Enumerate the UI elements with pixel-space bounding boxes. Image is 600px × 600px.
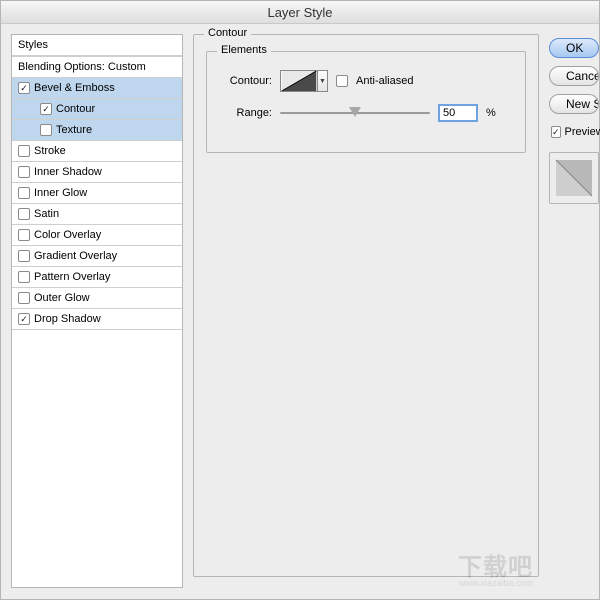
sidebar-item-label: Color Overlay [34,229,101,241]
preview-label: Preview [565,126,600,138]
new-style-label: New Style... [566,97,599,111]
chevron-down-icon: ▼ [318,70,328,92]
sidebar-item-bevel-emboss[interactable]: Bevel & Emboss [12,78,182,99]
sidebar-item-label: Gradient Overlay [34,250,117,262]
sidebar-item-label: Drop Shadow [34,313,101,325]
sidebar-item-outer-glow[interactable]: Outer Glow [12,288,182,309]
layer-style-window: Layer Style Styles Blending Options: Cus… [0,0,600,600]
sidebar-item-texture[interactable]: Texture [12,120,182,141]
ok-button[interactable]: OK [549,38,599,58]
preview-row[interactable]: Preview [549,126,599,138]
sidebar-item-color-overlay[interactable]: Color Overlay [12,225,182,246]
sidebar-item-label: Bevel & Emboss [34,82,115,94]
subgroup-legend: Elements [217,44,271,56]
checkbox-icon[interactable] [18,313,30,325]
preview-swatch [549,152,599,204]
center-panel: Contour Elements Contour: [193,34,539,588]
checkbox-icon[interactable] [40,103,52,115]
sidebar-item-label: Inner Shadow [34,166,102,178]
checkbox-icon[interactable] [18,208,30,220]
window-title: Layer Style [1,1,599,24]
styles-sidebar: Styles Blending Options: Custom Bevel & … [11,34,183,588]
watermark-url: www.xiazaiba.com [459,578,533,588]
sidebar-item-inner-glow[interactable]: Inner Glow [12,183,182,204]
range-input[interactable] [438,104,478,122]
ok-label: OK [566,41,583,55]
sidebar-item-label: Contour [56,103,95,115]
range-row: Range: % [217,104,515,122]
sidebar-item-stroke[interactable]: Stroke [12,141,182,162]
content-area: Styles Blending Options: Custom Bevel & … [1,24,599,598]
range-label: Range: [217,107,272,119]
contour-label: Contour: [217,75,272,87]
sidebar-item-label: Satin [34,208,59,220]
checkbox-icon[interactable] [18,187,30,199]
checkbox-icon[interactable] [18,271,30,283]
checkbox-icon[interactable] [18,145,30,157]
sidebar-header-blending[interactable]: Blending Options: Custom [12,56,182,78]
contour-row: Contour: ▼ Ant [217,70,515,92]
checkbox-icon[interactable] [18,292,30,304]
antialiased-label[interactable]: Anti-aliased [356,75,413,87]
sidebar-item-inner-shadow[interactable]: Inner Shadow [12,162,182,183]
sidebar-item-label: Pattern Overlay [34,271,110,283]
preview-checkbox[interactable] [551,126,561,138]
range-unit: % [486,107,496,119]
sidebar-item-gradient-overlay[interactable]: Gradient Overlay [12,246,182,267]
contour-picker[interactable]: ▼ [280,70,328,92]
checkbox-icon[interactable] [18,82,30,94]
sidebar-item-contour[interactable]: Contour [12,99,182,120]
checkbox-icon[interactable] [18,250,30,262]
checkbox-icon[interactable] [40,124,52,136]
sidebar-item-label: Inner Glow [34,187,87,199]
sidebar-item-label: Stroke [34,145,66,157]
sidebar-header-styles[interactable]: Styles [12,35,182,56]
sidebar-item-label: Texture [56,124,92,136]
elements-group: Elements Contour: ▼ [206,51,526,153]
contour-thumb-icon [280,70,318,92]
range-slider[interactable] [280,105,430,121]
sidebar-item-satin[interactable]: Satin [12,204,182,225]
sidebar-item-pattern-overlay[interactable]: Pattern Overlay [12,267,182,288]
sidebar-item-label: Outer Glow [34,292,90,304]
cancel-button[interactable]: Cancel [549,66,599,86]
antialiased-checkbox[interactable] [336,75,348,87]
contour-group: Contour Elements Contour: [193,34,539,577]
right-column: OK Cancel New Style... Preview [549,34,599,588]
sidebar-list: Bevel & Emboss Contour Texture Stroke Inner … [12,78,182,330]
cancel-label: Cancel [566,69,599,83]
checkbox-icon[interactable] [18,166,30,178]
slider-thumb-icon [349,107,361,117]
checkbox-icon[interactable] [18,229,30,241]
sidebar-item-drop-shadow[interactable]: Drop Shadow [12,309,182,330]
group-legend: Contour [204,27,251,39]
new-style-button[interactable]: New Style... [549,94,599,114]
